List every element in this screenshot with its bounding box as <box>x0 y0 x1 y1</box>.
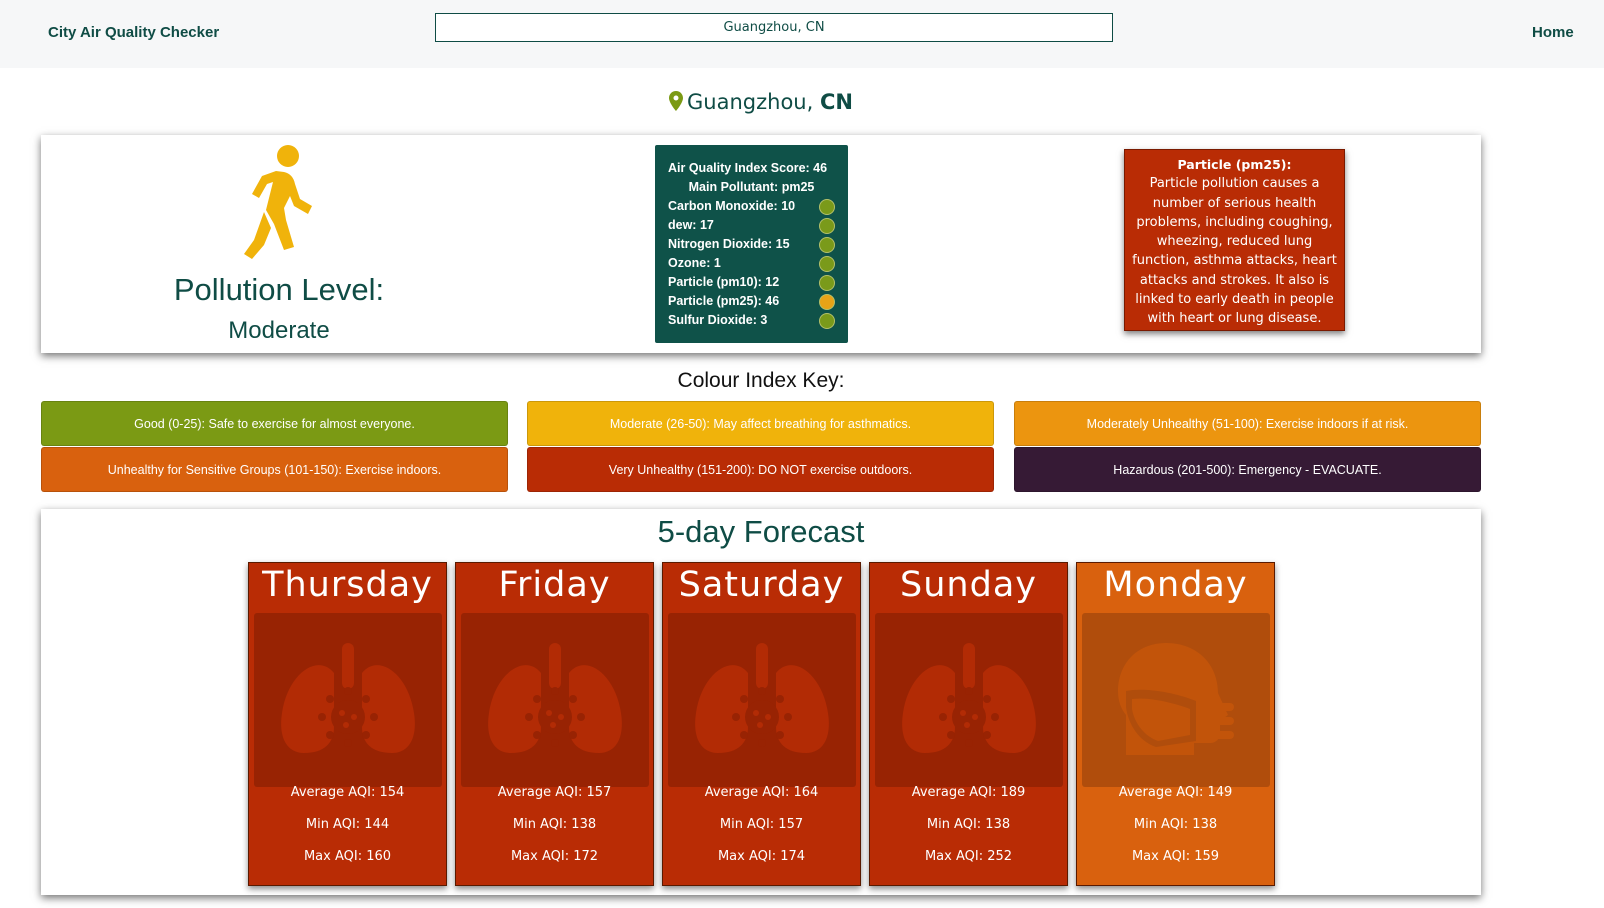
app-title[interactable]: City Air Quality Checker <box>48 24 219 41</box>
pollutant-label: Carbon Monoxide: 10 <box>668 199 796 213</box>
lungs-virus-icon <box>488 643 622 753</box>
city-search-input[interactable] <box>435 13 1113 42</box>
forecast-day-card: Sunday Average AQI: 189 Min AQI: 138 Max AQ… <box>869 562 1068 886</box>
pollutant-label: Particle (pm10): 12 <box>668 275 780 289</box>
pollutant-row: dew: 17 <box>668 216 848 235</box>
aqi-score: Air Quality Index Score: 46 <box>668 161 828 175</box>
forecast-day-card: Monday Average AQI: 149 Min AQI: 138 Max AQ… <box>1076 562 1275 886</box>
location-pin-icon <box>669 91 684 111</box>
forecast-min-aqi: Min AQI: 138 <box>926 817 1011 832</box>
forecast-day-name: Saturday <box>678 565 845 605</box>
pollutant-label: Particle (pm25): 46 <box>668 294 780 308</box>
status-dot <box>819 237 835 253</box>
pollutant-info-title: Particle (pm25): <box>1177 157 1292 172</box>
forecast-max-aqi: Max AQI: 172 <box>510 849 599 864</box>
country-code: CN <box>819 90 853 114</box>
lungs-virus-icon <box>281 643 415 753</box>
top-nav: City Air Quality Checker Home <box>0 0 1604 68</box>
forecast-day-card: Friday Average AQI: 157 Min AQI: 138 Max AQ… <box>455 562 654 886</box>
pollutant-info-text: Particle pollution causes a number of se… <box>1132 176 1337 327</box>
pollutant-row: Particle (pm10): 12 <box>668 273 848 292</box>
colour-key-title: Colour Index Key: <box>677 369 845 392</box>
forecast-day-name: Sunday <box>900 565 1037 605</box>
colour-key-item: Hazardous (201-500): Emergency - EVACUAT… <box>1014 447 1481 492</box>
city-heading: Guangzhou, CN <box>0 90 1522 114</box>
forecast-day-card: Thursday Average AQI: 154 Min AQI: 144 Max … <box>248 562 447 886</box>
forecast-min-aqi: Min AQI: 144 <box>305 817 390 832</box>
lungs-virus-icon <box>695 643 829 753</box>
forecast-icon-tile <box>668 613 856 787</box>
colour-key-item: Unhealthy for Sensitive Groups (101-150)… <box>41 447 508 492</box>
forecast-average-aqi: Average AQI: 157 <box>497 785 612 800</box>
pollutant-info-card: Particle (pm25): Particle pollution caus… <box>1124 149 1345 331</box>
forecast-min-aqi: Min AQI: 138 <box>1133 817 1218 832</box>
pollutant-label: Nitrogen Dioxide: 15 <box>668 237 790 251</box>
city-name: Guangzhou <box>687 90 807 114</box>
colour-key-item: Very Unhealthy (151-200): DO NOT exercis… <box>527 447 994 492</box>
walking-person-icon <box>244 145 312 259</box>
pollutant-label: Sulfur Dioxide: 3 <box>668 313 768 327</box>
forecast-icon-tile <box>875 613 1063 787</box>
colour-key-item: Moderate (26-50): May affect breathing f… <box>527 401 994 446</box>
lungs-virus-icon <box>902 643 1036 753</box>
forecast-average-aqi: Average AQI: 164 <box>704 785 819 800</box>
pollutant-label: dew: 17 <box>668 218 714 232</box>
forecast-icon-tile <box>254 613 442 787</box>
pollution-level-value: Moderate <box>228 317 330 344</box>
masked-head-icon <box>1118 643 1234 755</box>
forecast-day-name: Friday <box>498 565 611 605</box>
pollutant-list: Carbon Monoxide: 10 dew: 17 Nitrogen Dioxi… <box>668 197 848 330</box>
forecast-day-name: Thursday <box>262 565 433 605</box>
forecast-max-aqi: Max AQI: 160 <box>303 849 392 864</box>
forecast-min-aqi: Min AQI: 157 <box>719 817 804 832</box>
forecast-min-aqi: Min AQI: 138 <box>512 817 597 832</box>
forecast-average-aqi: Average AQI: 189 <box>911 785 1026 800</box>
pollutant-row: Ozone: 1 <box>668 254 848 273</box>
pollutant-row: Particle (pm25): 46 <box>668 292 848 311</box>
forecast-icon-tile <box>1082 613 1270 787</box>
status-dot <box>819 218 835 234</box>
forecast-average-aqi: Average AQI: 154 <box>290 785 405 800</box>
status-dot <box>819 256 835 272</box>
status-dot <box>819 275 835 291</box>
forecast-day-card: Saturday Average AQI: 164 Min AQI: 157 Max … <box>662 562 861 886</box>
forecast-max-aqi: Max AQI: 252 <box>924 849 1013 864</box>
pollution-level-label: Pollution Level: <box>173 272 385 307</box>
main-pollutant: Main Pollutant: pm25 <box>688 180 815 194</box>
colour-key-item: Moderately Unhealthy (51-100): Exercise … <box>1014 401 1481 446</box>
pollutant-row: Nitrogen Dioxide: 15 <box>668 235 848 254</box>
colour-key-item: Good (0-25): Safe to exercise for almost… <box>41 401 508 446</box>
forecast-average-aqi: Average AQI: 149 <box>1118 785 1233 800</box>
pollutant-row: Carbon Monoxide: 10 <box>668 197 848 216</box>
forecast-day-name: Monday <box>1103 565 1248 605</box>
forecast-max-aqi: Max AQI: 174 <box>717 849 806 864</box>
forecast-max-aqi: Max AQI: 159 <box>1131 849 1220 864</box>
forecast-icon-tile <box>461 613 649 787</box>
forecast-title: 5-day Forecast <box>657 514 865 549</box>
home-link[interactable]: Home <box>1532 24 1574 41</box>
pollutant-row: Sulfur Dioxide: 3 <box>668 311 848 330</box>
status-dot <box>819 294 835 310</box>
pollutant-label: Ozone: 1 <box>668 256 721 270</box>
status-dot <box>819 313 835 329</box>
status-dot <box>819 199 835 215</box>
aqi-summary-box: Air Quality Index Score: 46 Main Polluta… <box>655 145 848 343</box>
